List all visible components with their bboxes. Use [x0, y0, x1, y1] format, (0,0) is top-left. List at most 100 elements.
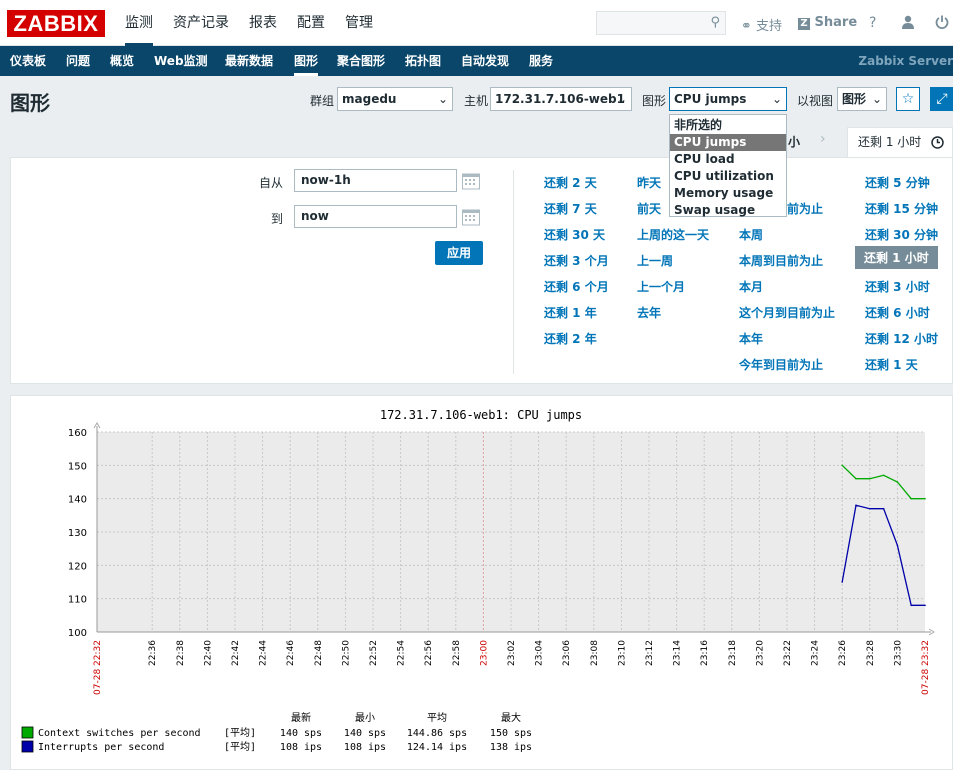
calendar-icon[interactable]: [461, 207, 481, 227]
chevron-right-icon[interactable]: ›: [820, 131, 826, 147]
support-link[interactable]: ⚭ 支持: [741, 15, 782, 34]
quick-range-link[interactable]: 这个月到目前为止: [739, 304, 835, 321]
quick-range-link[interactable]: 还剩 30 分钟: [865, 226, 938, 243]
x-tick-label: 22:44: [259, 640, 269, 666]
from-input[interactable]: now-1h: [294, 169, 457, 192]
data-point: [869, 507, 871, 510]
quick-range-link[interactable]: 还剩 6 个月: [544, 278, 609, 295]
subnav-problems[interactable]: 问题: [66, 46, 90, 76]
graph-option[interactable]: 非所选的: [670, 117, 786, 134]
group-select[interactable]: magedu ⌄: [337, 87, 453, 111]
menu-configuration[interactable]: 配置: [297, 0, 325, 46]
x-tick-label: 23:14: [673, 640, 683, 666]
x-tick-label: 22:42: [231, 640, 241, 666]
data-point: [855, 477, 857, 480]
x-tick-label: 22:46: [286, 640, 296, 666]
quick-range-link[interactable]: 前天: [637, 200, 661, 217]
quick-range-link[interactable]: 还剩 2 年: [544, 330, 597, 347]
legend-func: [平均]: [224, 741, 256, 753]
subnav-services[interactable]: 服务: [529, 46, 553, 76]
apply-button[interactable]: 应用: [435, 241, 483, 265]
quick-range-link[interactable]: 昨天: [637, 174, 661, 191]
time-tab-partial[interactable]: 小: [788, 133, 800, 150]
x-tick-label: 22:50: [341, 640, 351, 666]
y-tick-label: 120: [68, 561, 87, 572]
y-tick-label: 150: [68, 461, 87, 472]
quick-range-link[interactable]: 还剩 6 小时: [865, 304, 930, 321]
quick-range-link[interactable]: 前为止: [787, 200, 823, 217]
quick-range-link[interactable]: 上一个月: [637, 278, 685, 295]
host-select[interactable]: 172.31.7.106-web1 ⌄: [490, 87, 632, 111]
menu-reports[interactable]: 报表: [249, 0, 277, 46]
top-bar: ZABBIX 监测 资产记录 报表 配置 管理 ⚲ ⚭ 支持 Z Share ?: [0, 0, 953, 46]
quick-range-link[interactable]: 本周到目前为止: [739, 252, 823, 269]
filter-divider: [513, 170, 514, 374]
quick-range-link[interactable]: 还剩 1 天: [865, 356, 918, 373]
view-select[interactable]: 图形 ⌄: [837, 87, 887, 111]
quick-range-link[interactable]: 还剩 3 个月: [544, 252, 609, 269]
share-link[interactable]: Z Share: [798, 15, 857, 30]
x-tick-label: 23:00: [479, 640, 489, 666]
subnav-web[interactable]: Web监测: [154, 46, 208, 76]
subnav-latest-data[interactable]: 最新数据: [225, 46, 273, 76]
quick-range-link[interactable]: 本月: [739, 278, 763, 295]
quick-range-link[interactable]: 还剩 12 小时: [865, 330, 938, 347]
legend-swatch: [21, 740, 34, 753]
quick-range-link[interactable]: 上周的这一天: [637, 226, 709, 243]
graph-option-selected[interactable]: CPU jumps: [670, 134, 786, 151]
graph-option[interactable]: CPU load: [670, 151, 786, 168]
legend-series-name: Interrupts per second: [38, 742, 164, 753]
page-title: 图形: [10, 91, 50, 115]
search-icon[interactable]: ⚲: [710, 15, 720, 30]
quick-range-link[interactable]: 还剩 7 天: [544, 200, 597, 217]
subnav-graphs[interactable]: 图形: [294, 46, 319, 76]
quick-range-link[interactable]: 今年到目前为止: [739, 356, 823, 373]
quick-range-link[interactable]: 上一周: [637, 252, 673, 269]
zabbix-logo[interactable]: ZABBIX: [7, 10, 105, 37]
subnav-screens[interactable]: 聚合图形: [337, 46, 385, 76]
quick-range-link[interactable]: 本年: [739, 330, 763, 347]
view-select-value: 图形: [842, 92, 867, 106]
from-label: 自从: [259, 176, 284, 190]
cpu-jumps-graph[interactable]: 172.31.7.106-web1: CPU jumps 100 110 120 13…: [11, 396, 952, 769]
data-point: [924, 604, 926, 607]
user-icon[interactable]: [901, 15, 915, 33]
subnav-dashboard[interactable]: 仪表板: [10, 46, 46, 76]
quick-range-link[interactable]: 还剩 1 年: [544, 304, 597, 321]
menu-administration[interactable]: 管理: [345, 0, 373, 46]
menu-monitoring[interactable]: 监测: [125, 0, 153, 46]
help-button[interactable]: ?: [869, 15, 876, 31]
subnav-discovery[interactable]: 自动发现: [461, 46, 509, 76]
graph-option[interactable]: Swap usage: [670, 202, 786, 219]
search-input[interactable]: ⚲: [596, 11, 726, 35]
quick-range-link[interactable]: 还剩 2 天: [544, 174, 597, 191]
subnav-maps[interactable]: 拓扑图: [405, 46, 441, 76]
quick-range-link[interactable]: 还剩 5 分钟: [865, 174, 930, 191]
quick-range-link[interactable]: 还剩 15 分钟: [865, 200, 938, 217]
data-point: [910, 604, 912, 607]
chevron-down-icon: ⌄: [871, 92, 882, 106]
data-point: [910, 497, 912, 500]
favorite-button[interactable]: ☆: [896, 87, 920, 111]
quick-range-link-active[interactable]: 还剩 1 小时: [855, 246, 938, 269]
graph-option[interactable]: Memory usage: [670, 185, 786, 202]
graph-select[interactable]: CPU jumps ⌄: [669, 87, 787, 111]
x-tick-label: 22:36: [148, 640, 158, 666]
quick-range-link[interactable]: 还剩 30 天: [544, 226, 605, 243]
subnav-overview[interactable]: 概览: [110, 46, 134, 76]
quick-range-link[interactable]: 本周: [739, 226, 763, 243]
host-select-value: 172.31.7.106-web1: [495, 92, 625, 106]
power-icon[interactable]: [935, 15, 949, 33]
to-input[interactable]: now: [294, 205, 457, 228]
x-tick-label: 23:26: [838, 640, 848, 666]
quick-range-link[interactable]: 还剩 3 小时: [865, 278, 930, 295]
fullscreen-button[interactable]: ⤢: [930, 87, 953, 111]
time-tab-active[interactable]: 还剩 1 小时: [847, 127, 953, 159]
graph-option[interactable]: CPU utilization: [670, 168, 786, 185]
menu-inventory[interactable]: 资产记录: [173, 0, 229, 46]
y-tick-label: 100: [68, 628, 87, 639]
chevron-down-icon: ⌄: [771, 92, 782, 106]
y-tick-label: 160: [68, 428, 87, 439]
calendar-icon[interactable]: [461, 171, 481, 191]
quick-range-link[interactable]: 去年: [637, 304, 661, 321]
